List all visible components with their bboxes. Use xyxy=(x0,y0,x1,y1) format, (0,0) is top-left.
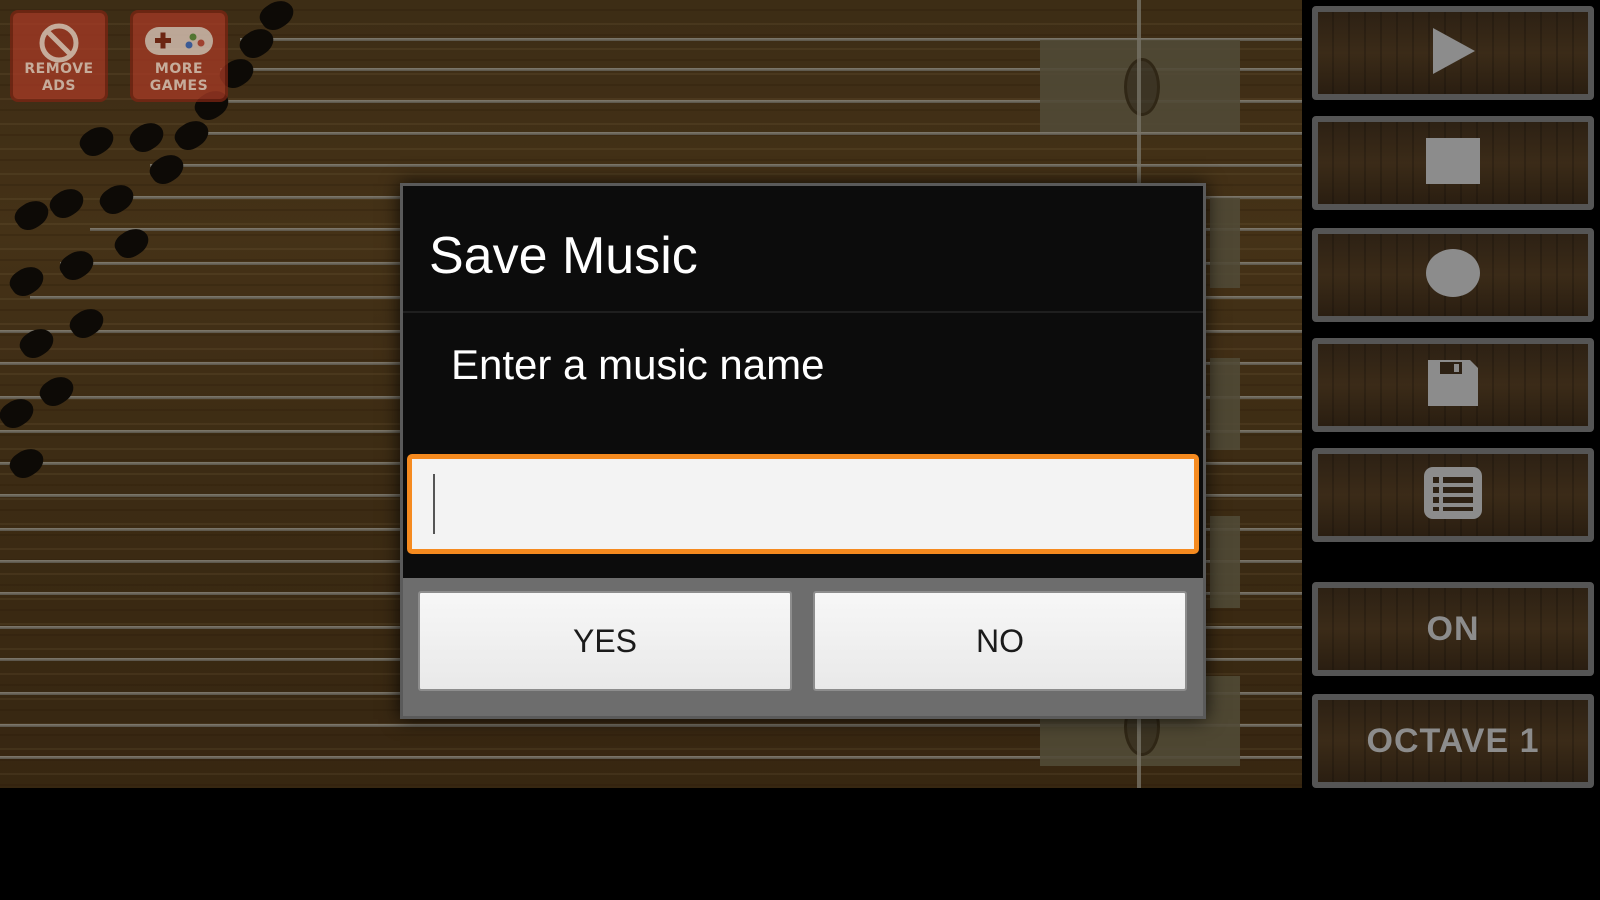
play-icon xyxy=(1429,26,1477,81)
tuning-peg xyxy=(15,322,59,364)
dialog-divider xyxy=(403,311,1203,313)
string-bridge xyxy=(1210,198,1240,288)
music-name-input[interactable] xyxy=(407,454,1199,554)
string[interactable] xyxy=(180,132,1302,135)
bridge-hole xyxy=(1124,58,1160,116)
tuning-peg xyxy=(35,370,79,412)
tuning-peg xyxy=(170,114,214,156)
record-icon xyxy=(1425,248,1481,303)
octave-button[interactable]: OCTAVE 1 xyxy=(1312,694,1594,788)
text-caret xyxy=(433,474,435,534)
dialog-button-bar: YES NO xyxy=(403,578,1203,716)
save-music-dialog: Save Music Enter a music name YES NO xyxy=(400,183,1206,719)
tuning-peg xyxy=(75,120,119,162)
sound-toggle-button[interactable]: ON xyxy=(1312,582,1594,676)
list-button[interactable] xyxy=(1312,448,1594,542)
record-button[interactable] xyxy=(1312,228,1594,322)
no-button[interactable]: NO xyxy=(813,591,1187,691)
tuning-peg xyxy=(10,194,54,236)
save-button[interactable] xyxy=(1312,338,1594,432)
remove-ads-button[interactable]: REMOVE ADS xyxy=(10,10,108,102)
list-icon xyxy=(1423,466,1483,525)
game-screen: REMOVE ADS MORE GAMES ON OCTAVE 1 Save M… xyxy=(0,0,1600,900)
string-bridge xyxy=(1210,516,1240,608)
string[interactable] xyxy=(150,164,1302,167)
control-panel: ON OCTAVE 1 xyxy=(1302,0,1600,788)
gamepad-icon xyxy=(141,21,217,66)
more-games-label: MORE GAMES xyxy=(149,61,209,94)
tuning-peg xyxy=(65,302,109,344)
yes-button[interactable]: YES xyxy=(418,591,792,691)
more-games-button[interactable]: MORE GAMES xyxy=(130,10,228,102)
tuning-peg xyxy=(55,244,99,286)
sound-toggle-label: ON xyxy=(1426,609,1480,648)
floppy-disk-icon xyxy=(1426,358,1480,413)
tuning-peg xyxy=(125,116,169,158)
tuning-peg xyxy=(45,182,89,224)
tuning-peg xyxy=(5,442,49,484)
stop-icon xyxy=(1426,137,1480,189)
stop-button[interactable] xyxy=(1312,116,1594,210)
octave-label: OCTAVE 1 xyxy=(1366,721,1540,760)
tuning-peg xyxy=(145,148,189,190)
dialog-message: Enter a music name xyxy=(451,341,825,388)
remove-ads-label: REMOVE ADS xyxy=(24,61,94,94)
tuning-peg xyxy=(95,178,139,220)
dialog-title: Save Music xyxy=(429,227,698,285)
play-button[interactable] xyxy=(1312,6,1594,100)
string-bridge xyxy=(1210,358,1240,450)
